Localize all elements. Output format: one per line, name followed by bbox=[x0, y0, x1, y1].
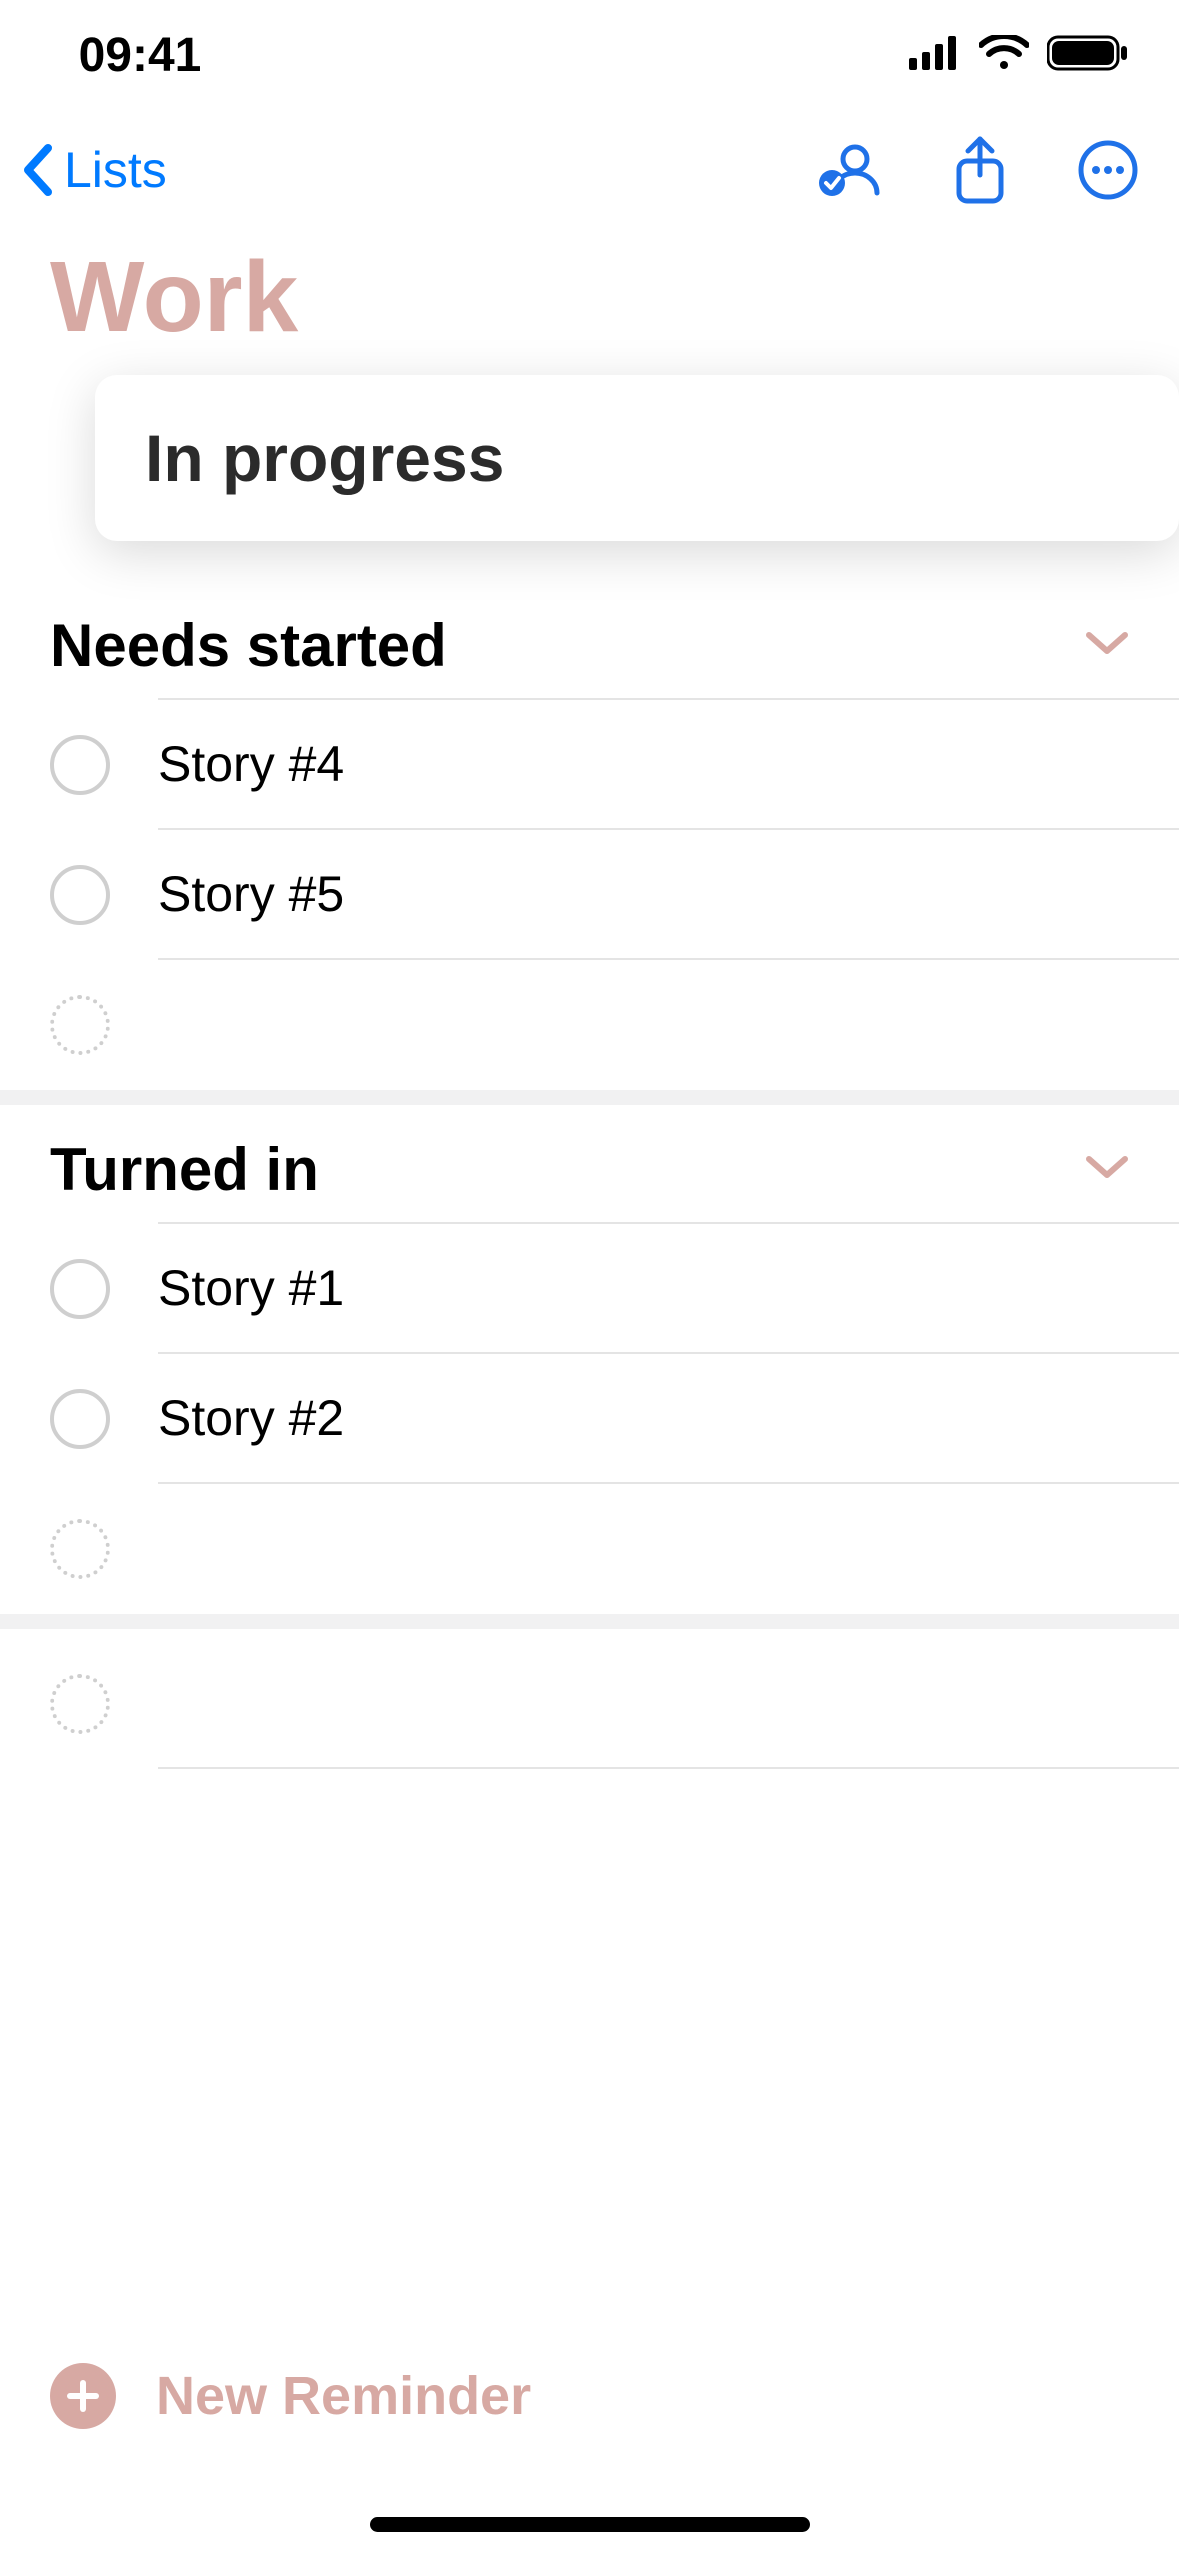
list-title: Work bbox=[0, 230, 1179, 375]
checkbox-circle[interactable] bbox=[50, 735, 110, 795]
reminder-row[interactable]: Story #1 bbox=[0, 1224, 1179, 1354]
chevron-down-icon bbox=[1085, 1153, 1129, 1186]
checkbox-circle-placeholder[interactable] bbox=[50, 1519, 110, 1579]
new-reminder-label: New Reminder bbox=[156, 2365, 531, 2427]
reminder-label bbox=[158, 1484, 1179, 1614]
section-divider bbox=[0, 1614, 1179, 1629]
section-divider bbox=[0, 1090, 1179, 1105]
reminder-label: Story #5 bbox=[158, 830, 1179, 960]
back-button[interactable]: Lists bbox=[20, 141, 167, 199]
reminder-row-empty[interactable] bbox=[0, 960, 1179, 1090]
chevron-left-icon bbox=[20, 144, 56, 196]
section-title: Needs started bbox=[50, 611, 447, 680]
section-header[interactable]: Needs started bbox=[0, 611, 1179, 698]
reminder-label bbox=[158, 1639, 1179, 1769]
reminder-label: Story #4 bbox=[158, 700, 1179, 830]
person-badge-icon bbox=[817, 141, 883, 199]
nav-bar: Lists bbox=[0, 110, 1179, 230]
wifi-icon bbox=[979, 35, 1029, 76]
checkbox-circle[interactable] bbox=[50, 865, 110, 925]
reminder-label: Story #2 bbox=[158, 1354, 1179, 1484]
reminder-row[interactable]: Story #2 bbox=[0, 1354, 1179, 1484]
section-header[interactable]: Turned in bbox=[0, 1135, 1179, 1222]
reminder-row[interactable]: Story #4 bbox=[0, 700, 1179, 830]
checkbox-circle-placeholder[interactable] bbox=[50, 995, 110, 1055]
chevron-down-icon bbox=[1085, 629, 1129, 662]
reminder-label bbox=[158, 960, 1179, 1090]
ellipsis-circle-icon bbox=[1077, 139, 1139, 201]
section-needs-started: Needs started Story #4 Story #5 bbox=[0, 581, 1179, 1090]
plus-circle-icon bbox=[50, 2363, 116, 2429]
share-button[interactable] bbox=[953, 135, 1007, 205]
home-indicator[interactable] bbox=[370, 2517, 810, 2532]
status-icons bbox=[909, 34, 1129, 77]
back-label: Lists bbox=[64, 141, 167, 199]
cellular-icon bbox=[909, 36, 961, 75]
reminder-row[interactable]: Story #5 bbox=[0, 830, 1179, 960]
checkbox-circle[interactable] bbox=[50, 1389, 110, 1449]
more-button[interactable] bbox=[1077, 139, 1139, 201]
battery-icon bbox=[1047, 34, 1129, 77]
in-progress-label: In progress bbox=[145, 421, 504, 495]
checkbox-circle[interactable] bbox=[50, 1259, 110, 1319]
new-reminder-button[interactable]: New Reminder bbox=[0, 2346, 1179, 2446]
collaborate-button[interactable] bbox=[817, 141, 883, 199]
section-turned-in: Turned in Story #1 Story #2 bbox=[0, 1105, 1179, 1614]
in-progress-card[interactable]: In progress bbox=[95, 375, 1179, 541]
status-bar: 09:41 bbox=[0, 0, 1179, 110]
reminder-row-empty[interactable] bbox=[0, 1484, 1179, 1614]
section-title: Turned in bbox=[50, 1135, 319, 1204]
checkbox-circle-placeholder[interactable] bbox=[50, 1674, 110, 1734]
status-time: 09:41 bbox=[0, 28, 280, 83]
reminder-row-empty[interactable] bbox=[0, 1639, 1179, 1769]
share-icon bbox=[953, 135, 1007, 205]
reminder-label: Story #1 bbox=[158, 1224, 1179, 1354]
